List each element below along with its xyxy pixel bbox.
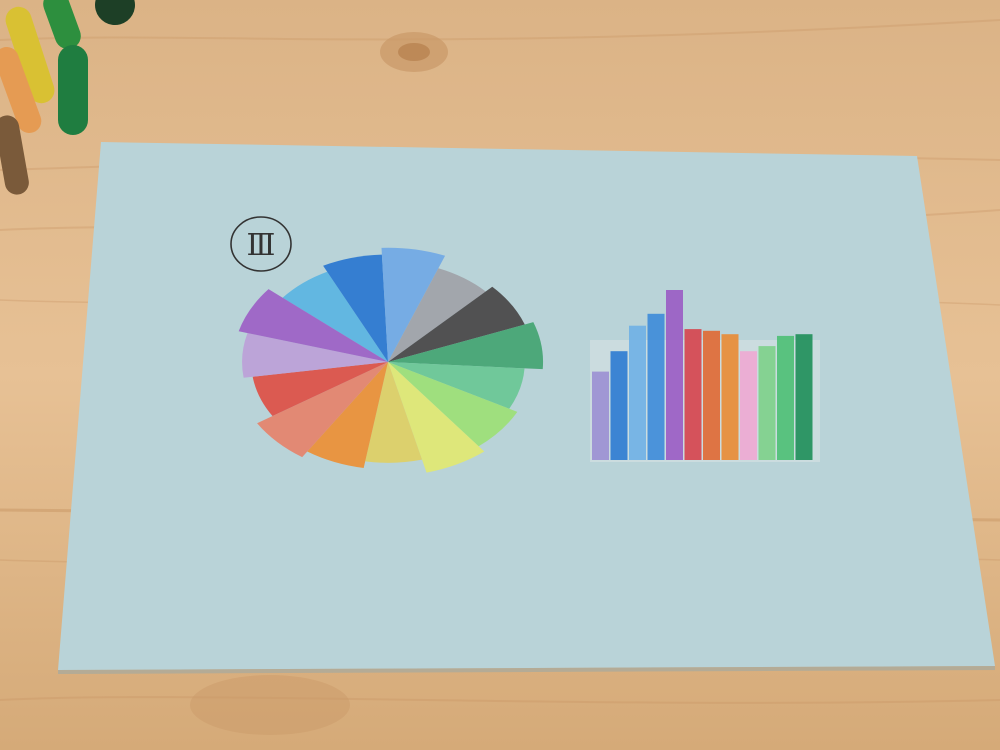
scene: Ⅲ xyxy=(0,0,1000,750)
bar-swatch xyxy=(666,290,683,460)
bar-swatch xyxy=(758,346,776,460)
wood-knot-inner xyxy=(398,43,430,61)
bar-swatch xyxy=(703,330,720,460)
bar-swatch xyxy=(795,334,813,460)
bar-swatch xyxy=(740,351,757,460)
wood-knot-lower xyxy=(190,675,350,735)
bar-swatch xyxy=(684,329,702,460)
crayon-body xyxy=(58,45,88,135)
bar-swatch xyxy=(777,335,794,460)
crayon xyxy=(58,45,88,135)
bar-swatch xyxy=(647,313,665,460)
bar-swatch xyxy=(592,371,609,460)
bar-swatch xyxy=(610,351,628,460)
bar-swatch xyxy=(721,334,739,460)
page-label: Ⅲ xyxy=(247,228,276,263)
bar-swatch xyxy=(629,325,646,460)
paper-sheet xyxy=(58,142,995,670)
